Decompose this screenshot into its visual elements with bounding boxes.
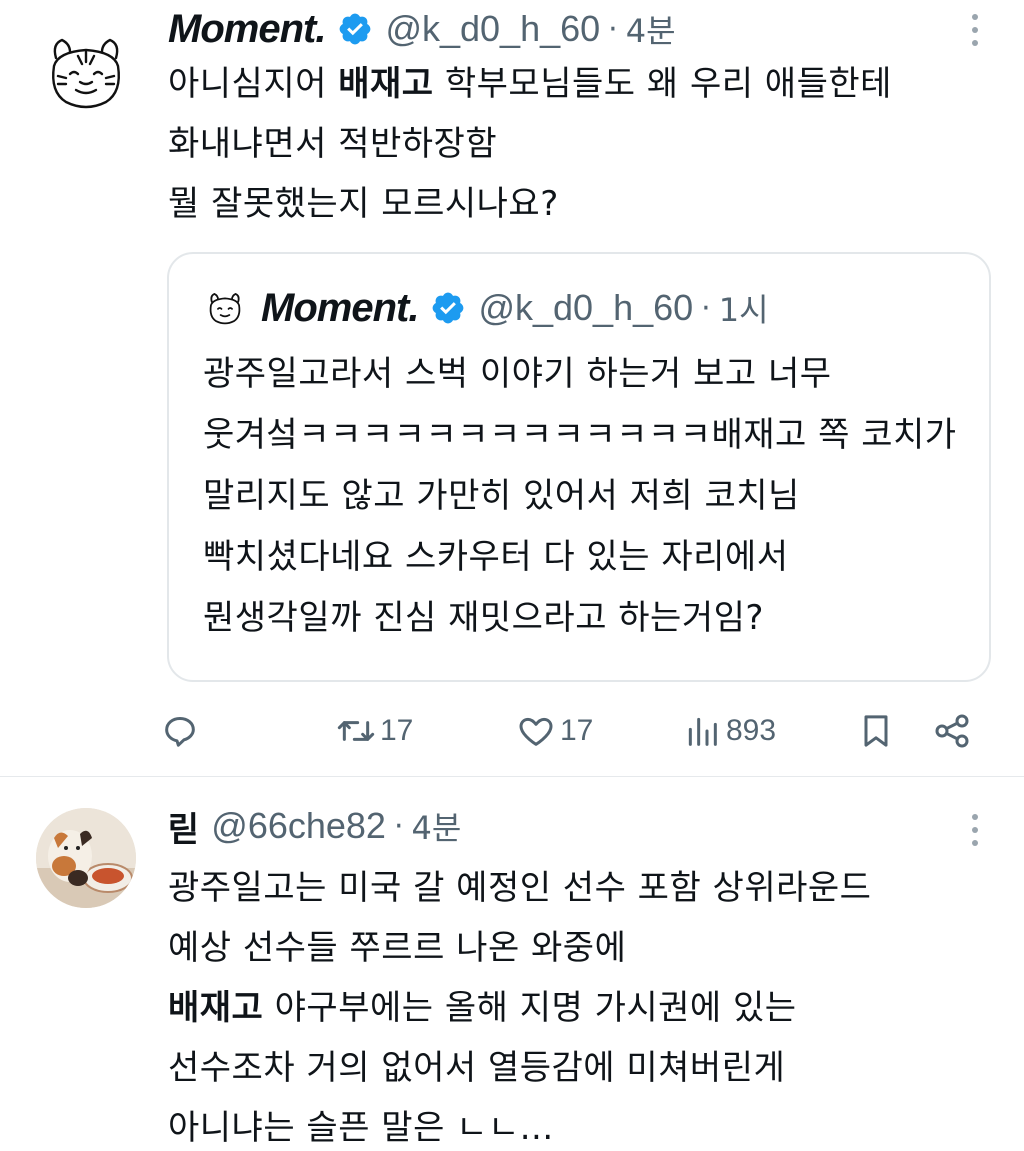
quoted-timestamp: 1시 (718, 291, 769, 329)
tweet-text-line: 선수조차 거의 없어서 열등감에 미쳐버린게 (168, 1038, 871, 1098)
quoted-tweet-header: Moment. @k_d0_h_60 · 1시 (203, 280, 769, 336)
separator-dot: · (608, 11, 618, 47)
share-button[interactable] (932, 706, 972, 756)
retweet-count: 17 (380, 714, 414, 747)
tweet-text-line: 화내냐면서 적반하장함 (168, 114, 892, 174)
text-segment: 예상 선수들 쭈르르 나온 와중에 (168, 928, 627, 968)
quoted-text-line: 말리지도 않고 가만히 있어서 저희 코치님 (203, 476, 800, 516)
text-segment: 아니냐는 슬픈 말은 ㄴㄴ... (168, 1108, 554, 1148)
retweet-icon (337, 721, 375, 741)
author-handle[interactable]: @k_d0_h_60 (385, 8, 600, 50)
text-segment: 광주일고는 미국 갈 예정인 선수 포함 상위라운드 (168, 868, 872, 908)
quoted-text-line: 광주일고라서 스벅 이야기 하는거 보고 너무 (203, 354, 832, 394)
more-options-icon[interactable] (970, 814, 980, 846)
heart-icon (519, 717, 553, 746)
text-segment: 화내냐면서 적반하장함 (168, 124, 498, 164)
timestamp[interactable]: 4분 (412, 803, 462, 849)
text-segment: 뭘 잘못했는지 모르시나요? (168, 184, 559, 224)
timestamp[interactable]: 4분 (626, 6, 676, 52)
quoted-tweet-text: 광주일고라서 스벅 이야기 하는거 보고 너무 웃겨섴ㅋㅋㅋㅋㅋㅋㅋㅋㅋㅋㅋㅋㅋ… (203, 344, 957, 649)
views-count: 893 (726, 714, 777, 747)
quoted-text-line: 빡치셨다네요 스카우터 다 있는 자리에서 (203, 537, 789, 577)
author-name[interactable]: Moment. (168, 7, 326, 52)
tweet-header: 릳 @66che82 · 4분 (168, 802, 461, 850)
bold-text-segment: 배재고 (338, 64, 434, 104)
quoted-text-line: 웃겨섴ㅋㅋㅋㅋㅋㅋㅋㅋㅋㅋㅋㅋㅋ배재고 쪽 코치가 (203, 415, 957, 455)
tweet-text-line: 아니냐는 슬픈 말은 ㄴㄴ... (168, 1098, 871, 1151)
reply-icon (165, 717, 195, 747)
text-segment: 학부모님들도 왜 우리 애들한테 (433, 64, 892, 104)
bookmark-icon (864, 715, 888, 747)
like-count: 17 (560, 714, 594, 747)
tiger-doodle-avatar-icon (52, 38, 120, 109)
views-button[interactable]: 893 (682, 706, 776, 756)
tweet-text: 광주일고는 미국 갈 예정인 선수 포함 상위라운드 예상 선수들 쭈르르 나온… (168, 858, 871, 1151)
tweet-text: 아니심지어 배재고 학부모님들도 왜 우리 애들한테 화내냐면서 적반하장함 뭘… (168, 54, 892, 234)
share-icon (935, 714, 969, 748)
text-segment: 야구부에는 올해 지명 가시권에 있는 (263, 988, 797, 1028)
avatar[interactable] (36, 808, 136, 908)
quoted-author-handle: @k_d0_h_60 (478, 287, 694, 328)
separator-dot: · (701, 290, 711, 326)
tweet[interactable]: Moment. @k_d0_h_60 · 4분 아니심지어 배재고 학부모님들도… (0, 0, 1024, 776)
quoted-tweet[interactable]: Moment. @k_d0_h_60 · 1시 광주일고라서 스벅 이야기 하는… (167, 252, 991, 682)
more-options-icon[interactable] (970, 14, 980, 46)
bold-text-segment: 배재고 (168, 988, 264, 1028)
tiger-doodle-avatar-icon (209, 293, 241, 325)
views-chart-icon (688, 717, 717, 746)
tweet-text-line: 배재고 야구부에는 올해 지명 가시권에 있는 (168, 978, 871, 1038)
author-handle[interactable]: @66che82 (211, 805, 386, 847)
quoted-author-name: Moment. (261, 285, 419, 330)
separator-dot: · (393, 808, 404, 844)
reply-button[interactable] (160, 706, 204, 756)
retweet-button[interactable]: 17 (336, 706, 413, 756)
tweet-text-line: 뭘 잘못했는지 모르시나요? (168, 174, 892, 234)
text-segment: 선수조차 거의 없어서 열등감에 미쳐버린게 (168, 1048, 786, 1088)
avatar[interactable] (36, 22, 136, 122)
author-name[interactable]: 릳 (168, 802, 199, 851)
tweet-text-line: 광주일고는 미국 갈 예정인 선수 포함 상위라운드 (168, 858, 871, 918)
verified-badge-icon (433, 292, 464, 324)
cat-photo-avatar-icon (36, 808, 136, 908)
tweet[interactable]: 릳 @66che82 · 4분 광주일고는 미국 갈 예정인 선수 포함 상위라… (0, 776, 1024, 1151)
quoted-avatar (203, 286, 247, 330)
action-bar: 17 17 893 (160, 706, 980, 756)
verified-badge-icon[interactable] (337, 11, 373, 47)
tweet-text-line: 예상 선수들 쭈르르 나온 와중에 (168, 918, 871, 978)
like-button[interactable]: 17 (516, 706, 593, 756)
quoted-text-line: 뭔생각일까 진심 재밋으라고 하는거임? (203, 598, 764, 638)
tweet-text-line: 아니심지어 배재고 학부모님들도 왜 우리 애들한테 (168, 54, 892, 114)
bookmark-button[interactable] (856, 706, 896, 756)
tweet-header: Moment. @k_d0_h_60 · 4분 (168, 4, 676, 54)
text-segment: 아니심지어 (168, 64, 339, 104)
